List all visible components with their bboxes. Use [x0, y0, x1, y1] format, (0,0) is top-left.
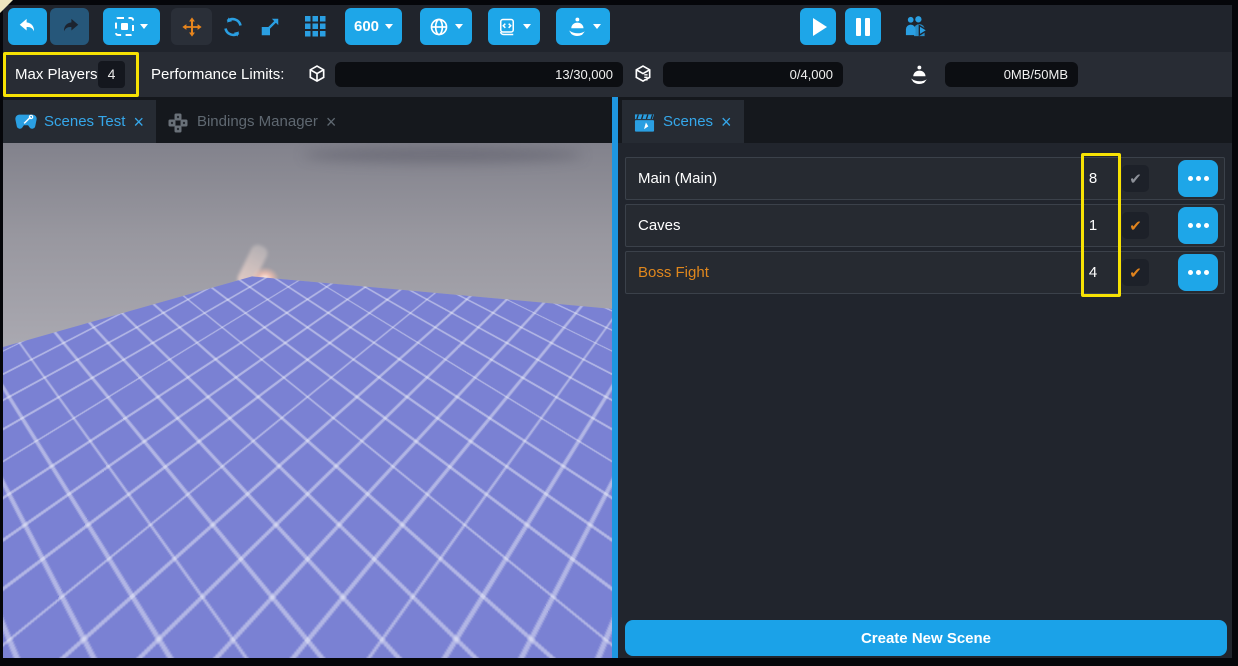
systems-dropdown[interactable]: [556, 8, 610, 45]
gamepad-wrench-icon: [15, 113, 36, 131]
scene-options-button[interactable]: [1178, 160, 1218, 197]
selected-object-gizmo[interactable]: [296, 381, 311, 415]
scene-player-count: 8: [1081, 170, 1105, 187]
scenes-panel: Main (Main) 8 ✔ Caves 1 ✔ Boss Fight 4: [618, 143, 1232, 658]
scene-check-button[interactable]: ✔: [1122, 165, 1149, 192]
cube-stack-icon: [633, 64, 653, 84]
undo-button[interactable]: [8, 8, 47, 45]
scripts-dropdown[interactable]: [488, 8, 540, 45]
globe-icon: [429, 17, 449, 37]
scene-name: Boss Fight: [638, 264, 1081, 281]
workspace: Scenes Test ×: [3, 97, 1232, 658]
redo-button[interactable]: [50, 8, 89, 45]
chevron-down-icon: [385, 24, 393, 29]
move-tool-button[interactable]: [171, 8, 212, 45]
axis-y-label: Y: [69, 637, 77, 649]
spark: [271, 283, 275, 287]
preview-avatars-button[interactable]: [898, 8, 932, 45]
tab-label: Scenes: [663, 113, 713, 130]
main-toolbar: 600: [3, 5, 1232, 52]
close-icon[interactable]: ×: [721, 113, 732, 131]
zoom-level-dropdown[interactable]: 600: [345, 8, 402, 45]
rotate-icon: [221, 15, 245, 39]
complexity-limit-meter: 0/4,000: [663, 62, 843, 87]
limits-bar: Max Players 4 Performance Limits: 13/30,…: [3, 52, 1232, 97]
editor-window: 600: [0, 0, 1238, 666]
complexity-limit-value: 0/4,000: [790, 67, 833, 82]
grid-icon: [305, 16, 326, 37]
tab-bindings-manager[interactable]: Bindings Manager ×: [156, 100, 348, 143]
undo-icon: [17, 16, 39, 38]
axis-gizmo: Z X Y: [31, 575, 85, 649]
pause-icon: [856, 18, 870, 36]
cube-icon: [307, 64, 327, 84]
dpad-icon: [168, 113, 189, 131]
scale-tool-button[interactable]: [253, 8, 287, 45]
axis-z-label: Z: [40, 580, 47, 592]
scene-options-button[interactable]: [1178, 254, 1218, 291]
scene-options-button[interactable]: [1178, 207, 1218, 244]
rotate-tool-button[interactable]: [215, 8, 251, 45]
fire-particle-core: [251, 267, 279, 291]
play-button[interactable]: [800, 8, 836, 45]
tab-scenes[interactable]: Scenes ×: [622, 100, 744, 143]
viewport-cloud: [303, 147, 583, 163]
right-tabbar: Scenes ×: [618, 97, 1232, 143]
scene-row-main[interactable]: Main (Main) 8 ✔: [625, 157, 1225, 200]
max-players-label: Max Players: [15, 52, 98, 97]
tab-label: Bindings Manager: [197, 113, 318, 130]
scene-name: Main (Main): [638, 170, 1081, 187]
chevron-down-icon: [523, 24, 531, 29]
corner-artifact: [0, 0, 13, 13]
play-icon: [813, 18, 827, 36]
environment-dropdown[interactable]: [420, 8, 472, 45]
viewport-3d[interactable]: Z X Y: [3, 143, 612, 658]
max-players-value[interactable]: 4: [98, 61, 125, 88]
memory-limit-value: 0MB/50MB: [1004, 67, 1068, 82]
selection-mode-dropdown[interactable]: [103, 8, 160, 45]
right-pane: Scenes × Main (Main) 8 ✔ Caves 1: [618, 97, 1232, 658]
clapperboard-icon: [634, 113, 655, 131]
memory-limit-meter: 0MB/50MB: [945, 62, 1078, 87]
script-icon: [497, 17, 517, 37]
create-new-scene-button[interactable]: Create New Scene: [625, 620, 1227, 656]
chevron-down-icon: [593, 24, 601, 29]
spark: [263, 298, 266, 301]
chevron-down-icon: [140, 24, 148, 29]
bell-hand-icon: [908, 64, 928, 84]
scene-check-button[interactable]: ✔: [1122, 212, 1149, 239]
scene-row-boss-fight[interactable]: Boss Fight 4 ✔: [625, 251, 1225, 294]
scene-check-button[interactable]: ✔: [1122, 259, 1149, 286]
scene-player-count: 1: [1081, 217, 1105, 234]
left-pane: Scenes Test ×: [3, 97, 612, 658]
close-icon[interactable]: ×: [133, 113, 144, 131]
bell-hand-icon: [566, 16, 587, 37]
selection-icon: [115, 17, 134, 36]
tab-scenes-test[interactable]: Scenes Test ×: [3, 100, 156, 143]
objects-limit-value: 13/30,000: [555, 67, 613, 82]
scene-name: Caves: [638, 217, 1081, 234]
pause-button[interactable]: [845, 8, 881, 45]
scale-icon: [259, 16, 281, 38]
close-icon[interactable]: ×: [326, 113, 337, 131]
avatars-icon: [903, 15, 928, 38]
scene-player-count: 4: [1081, 264, 1105, 281]
performance-limits-label: Performance Limits:: [151, 52, 284, 97]
tab-label: Scenes Test: [44, 113, 125, 130]
chevron-down-icon: [455, 24, 463, 29]
left-tabbar: Scenes Test ×: [3, 97, 612, 143]
scene-row-caves[interactable]: Caves 1 ✔: [625, 204, 1225, 247]
axis-x-label: X: [71, 596, 79, 608]
redo-icon: [59, 16, 81, 38]
app-frame: 600: [3, 5, 1232, 658]
spark: [279, 293, 282, 296]
move-icon: [181, 16, 203, 38]
grid-snap-button[interactable]: [298, 8, 332, 45]
zoom-level-value: 600: [354, 18, 379, 35]
objects-limit-meter: 13/30,000: [335, 62, 623, 87]
